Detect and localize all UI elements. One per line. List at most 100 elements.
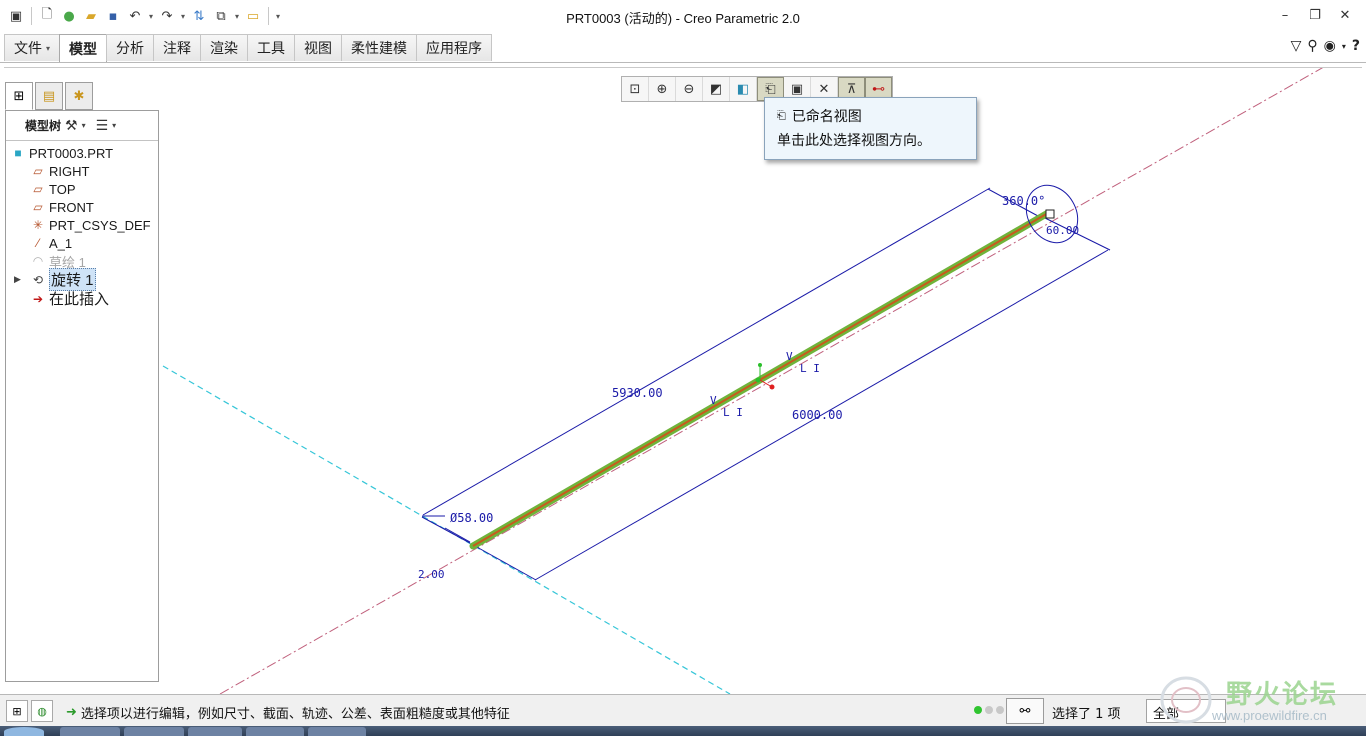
dimension-diameter[interactable]: Ø58.00 — [450, 511, 493, 525]
insert-here-icon: ➔ — [32, 291, 44, 306]
title-bar: ▣ 🗋 ● ▰ ▪ ↶ ▾ ↷ ▾ ⇅ ⧉ ▾ ▭ ▾ PRT0003 (活动的… — [0, 0, 1366, 33]
taskbar-item[interactable] — [188, 727, 242, 736]
model-tree-tab-icon[interactable]: ⊞ — [5, 82, 33, 110]
tab-file[interactable]: 文件 ▾ — [4, 34, 61, 61]
ribbon-right-icons: ▽ ⚲ ◉ ▾ ? — [1291, 38, 1360, 54]
community-dropdown-icon[interactable]: ▾ — [1342, 42, 1346, 51]
restore-icon[interactable]: ❐ — [1302, 4, 1328, 26]
expand-arrow-icon[interactable]: ▶ — [14, 274, 21, 285]
close-icon[interactable]: ✕ — [1332, 4, 1358, 26]
dimension-extension — [474, 545, 537, 581]
tree-node-front[interactable]: ▱ FRONT — [6, 198, 158, 216]
dimension-length-upper[interactable]: 5930.00 — [612, 386, 663, 400]
zoom-in-icon[interactable]: ⊕ — [649, 77, 676, 101]
tab-view[interactable]: 视图 — [294, 34, 343, 61]
saved-views-tooltip: ⎗ 已命名视图 单击此处选择视图方向。 — [764, 97, 977, 160]
help-icon[interactable]: ? — [1352, 38, 1360, 54]
tree-node-label: PRT_CSYS_DEF — [49, 217, 151, 233]
tab-applications[interactable]: 应用程序 — [416, 34, 493, 61]
toggle-navigator-icon[interactable]: ⊞ — [6, 700, 28, 722]
tab-label: 渲染 — [210, 41, 239, 57]
tooltip-title-row: ⎗ 已命名视图 — [777, 106, 964, 126]
show-list-icon[interactable]: ☰ — [96, 118, 109, 134]
taskbar-item[interactable] — [60, 727, 120, 736]
ribbon-divider — [0, 62, 1366, 63]
tree-node-label: RIGHT — [49, 163, 90, 179]
chevron-down-icon: ▾ — [46, 43, 51, 53]
tab-label: 应用程序 — [426, 41, 483, 57]
axis-label: L I — [800, 362, 820, 375]
tree-node-insert-here[interactable]: ➔ 在此插入 — [6, 289, 158, 308]
taskbar-item[interactable] — [124, 727, 184, 736]
tab-model[interactable]: 模型 — [59, 34, 108, 63]
dimension-small-right[interactable]: 60.00 — [1046, 224, 1079, 237]
tree-node-axis[interactable]: ⁄ A_1 — [6, 234, 158, 252]
taskbar-item[interactable] — [308, 727, 366, 736]
minimize-ribbon-icon[interactable]: ▽ — [1291, 38, 1302, 54]
csys-icon: ✳ — [32, 218, 44, 232]
repaint-icon[interactable]: ◩ — [703, 77, 730, 101]
tab-analysis[interactable]: 分析 — [106, 34, 155, 61]
tab-flexible-modeling[interactable]: 柔性建模 — [341, 34, 418, 61]
tree-node-label: A_1 — [49, 235, 73, 251]
zoom-out-icon[interactable]: ⊖ — [676, 77, 703, 101]
watermark-url: www.proewildfire.cn — [1212, 708, 1327, 723]
toggle-browser-icon[interactable]: ◍ — [31, 700, 53, 722]
tab-tools[interactable]: 工具 — [247, 34, 296, 61]
refit-icon[interactable]: ⊡ — [622, 77, 649, 101]
tab-label: 视图 — [304, 41, 333, 57]
drag-handle[interactable] — [1045, 209, 1055, 219]
window-controls: – ❐ ✕ — [1272, 4, 1358, 26]
minimize-icon[interactable]: – — [1272, 4, 1298, 26]
settings-tools-icon[interactable]: ⚒ — [65, 118, 78, 134]
tab-render[interactable]: 渲染 — [200, 34, 249, 61]
tree-node-top[interactable]: ▱ TOP — [6, 180, 158, 198]
tree-node-label: PRT0003.PRT — [29, 145, 114, 161]
community-icon[interactable]: ◉ — [1324, 38, 1336, 54]
tab-label: 文件 — [14, 41, 42, 57]
axis-label: L I — [723, 406, 743, 419]
navigator-tabs: ⊞ ▤ ✱ — [5, 82, 93, 110]
tree-node-csys[interactable]: ✳ PRT_CSYS_DEF — [6, 216, 158, 234]
tree-node-label: FRONT — [49, 199, 94, 215]
tree-node-right[interactable]: ▱ RIGHT — [6, 162, 158, 180]
show-dropdown-icon[interactable]: ▾ — [112, 121, 116, 130]
regen-status-indicator — [974, 706, 1004, 714]
dimension-length-lower[interactable]: 6000.00 — [792, 408, 843, 422]
display-style-icon[interactable]: ◧ — [730, 77, 757, 101]
tree-node-part[interactable]: ■ PRT0003.PRT — [6, 144, 158, 162]
tab-annotate[interactable]: 注释 — [153, 34, 202, 61]
status-bar-toggles: ⊞ ◍ — [6, 700, 53, 722]
dimension-small-left[interactable]: 2.00 — [418, 568, 445, 581]
datum-plane-icon: ▱ — [33, 182, 43, 196]
favorites-tab-icon[interactable]: ✱ — [65, 82, 93, 110]
model-tree-panel: 模型树 ⚒ ▾ ☰ ▾ ■ PRT0003.PRT ▱ RIGHT ▱ TOP … — [5, 110, 159, 682]
find-binoculars-icon[interactable]: ⚯ — [1006, 698, 1044, 724]
tab-label: 分析 — [116, 41, 145, 57]
dimension-angle[interactable]: 360.0° — [1002, 194, 1045, 208]
tooltip-title: 已命名视图 — [791, 109, 862, 125]
status-message: ➜ 选择项以进行编辑，例如尺寸、截面、轨迹、公差、表面粗糙度或其他特征 — [66, 703, 510, 722]
selection-count[interactable]: 选择了 1 项 — [1052, 703, 1121, 722]
status-dot — [974, 706, 982, 714]
datum-axis-line — [219, 68, 1324, 694]
tree-node-revolve[interactable]: ▶ ⟲ 旋转 1 — [6, 268, 158, 291]
dimension-line — [422, 187, 991, 516]
diameter-leader — [444, 527, 471, 543]
search-icon[interactable]: ⚲ — [1307, 38, 1317, 54]
datum-plane-icon: ▱ — [33, 164, 43, 178]
taskbar-item[interactable] — [4, 727, 44, 736]
tooltip-description: 单击此处选择视图方向。 — [777, 133, 931, 149]
tab-label: 模型 — [69, 42, 98, 58]
model-tree: ■ PRT0003.PRT ▱ RIGHT ▱ TOP ▱ FRONT ✳ PR… — [6, 141, 158, 309]
graphics-area[interactable]: V L I V L I 5930.00 6000.00 Ø58.00 360.0… — [160, 68, 1366, 694]
tree-node-label: TOP — [49, 181, 76, 197]
taskbar-item[interactable] — [246, 727, 304, 736]
tab-label: 工具 — [257, 41, 286, 57]
datum-axis-icon: ⁄ — [36, 236, 39, 250]
settings-dropdown-icon[interactable]: ▾ — [82, 121, 86, 130]
model-tree-label: 模型树 — [25, 119, 62, 133]
folder-browser-tab-icon[interactable]: ▤ — [35, 82, 63, 110]
sketch-icon: ◠ — [32, 254, 44, 268]
status-message-text: 选择项以进行编辑，例如尺寸、截面、轨迹、公差、表面粗糙度或其他特征 — [80, 707, 510, 722]
